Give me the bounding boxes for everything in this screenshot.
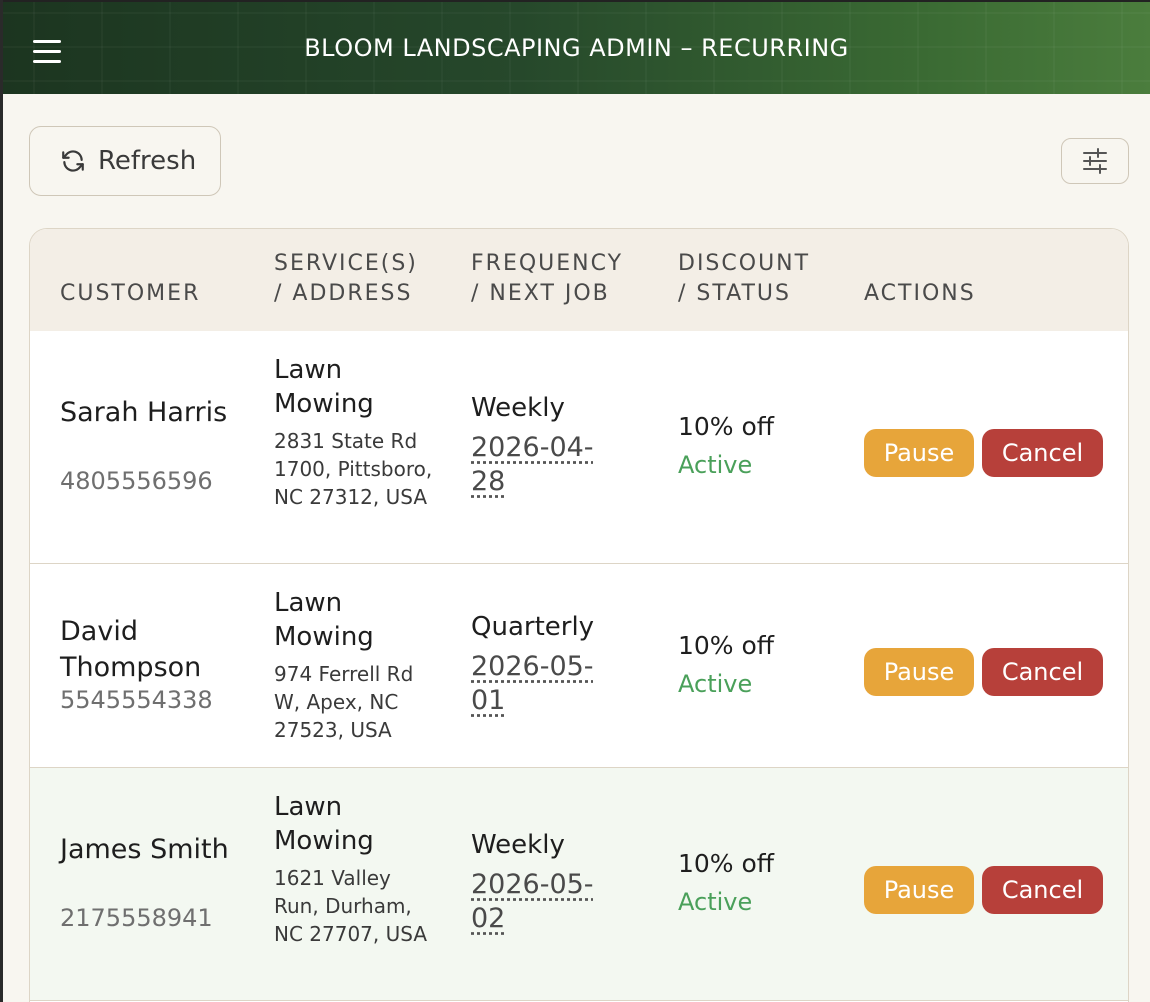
column-header-customer[interactable]: CUSTOMER	[60, 279, 200, 309]
cancel-button[interactable]: Cancel	[982, 429, 1103, 477]
table-row: James Smith 2175558941 Lawn Mowing 1621 …	[30, 768, 1128, 1001]
discount: 10% off	[678, 412, 775, 441]
column-header-service-address[interactable]: SERVICE(S) / ADDRESS	[274, 249, 418, 309]
discount: 10% off	[678, 631, 775, 660]
recurring-table: CUSTOMER SERVICE(S) / ADDRESS FREQUENCY …	[29, 228, 1129, 1002]
table-header: CUSTOMER SERVICE(S) / ADDRESS FREQUENCY …	[30, 229, 1128, 332]
app-header: BLOOM LANDSCAPING ADMIN – RECURRING	[3, 0, 1150, 94]
status-badge: Active	[678, 670, 753, 698]
refresh-icon	[62, 150, 84, 172]
customer-name: James Smith	[60, 834, 229, 865]
app-window: BLOOM LANDSCAPING ADMIN – RECURRING Refr…	[0, 0, 1150, 1002]
pause-button[interactable]: Pause	[864, 429, 974, 477]
customer-phone: 2175558941	[60, 904, 213, 932]
filter-button[interactable]	[1061, 138, 1129, 184]
next-job-date[interactable]: 2026-05-01	[471, 650, 621, 718]
customer-phone: 4805556596	[60, 467, 213, 495]
next-job-date[interactable]: 2026-05-02	[471, 868, 621, 936]
column-header-frequency-next-job[interactable]: FREQUENCY / NEXT JOB	[471, 249, 623, 309]
cancel-button[interactable]: Cancel	[982, 648, 1103, 696]
cancel-button[interactable]: Cancel	[982, 866, 1103, 914]
table-row: David Thompson 5545554338 Lawn Mowing 97…	[30, 564, 1128, 768]
service-name: Lawn Mowing	[274, 588, 374, 652]
status-badge: Active	[678, 888, 753, 916]
service-address: 2831 State Rd 1700, Pittsboro, NC 27312,…	[274, 429, 433, 509]
frequency: Quarterly	[471, 612, 595, 642]
customer-name: David Thompson	[60, 616, 202, 683]
column-header-actions: ACTIONS	[864, 281, 976, 306]
refresh-button[interactable]: Refresh	[29, 126, 221, 196]
service-name: Lawn Mowing	[274, 792, 374, 856]
status-badge: Active	[678, 451, 753, 479]
service-address: 974 Ferrell Rd W, Apex, NC 27523, USA	[274, 662, 414, 742]
page-title: BLOOM LANDSCAPING ADMIN – RECURRING	[304, 34, 849, 62]
frequency: Weekly	[471, 830, 565, 860]
refresh-button-label: Refresh	[98, 146, 197, 176]
discount: 10% off	[678, 849, 775, 878]
service-address: 1621 Valley Run, Durham, NC 27707, USA	[274, 866, 428, 946]
pause-button[interactable]: Pause	[864, 648, 974, 696]
table-row: Sarah Harris 4805556596 Lawn Mowing 2831…	[30, 331, 1128, 564]
customer-name: Sarah Harris	[60, 397, 228, 428]
column-header-discount-status[interactable]: DISCOUNT / STATUS	[678, 249, 810, 309]
sliders-icon	[1083, 148, 1107, 174]
frequency: Weekly	[471, 393, 565, 423]
pause-button[interactable]: Pause	[864, 866, 974, 914]
customer-phone: 5545554338	[60, 686, 213, 714]
next-job-date[interactable]: 2026-04-28	[471, 431, 621, 499]
service-name: Lawn Mowing	[274, 355, 374, 419]
